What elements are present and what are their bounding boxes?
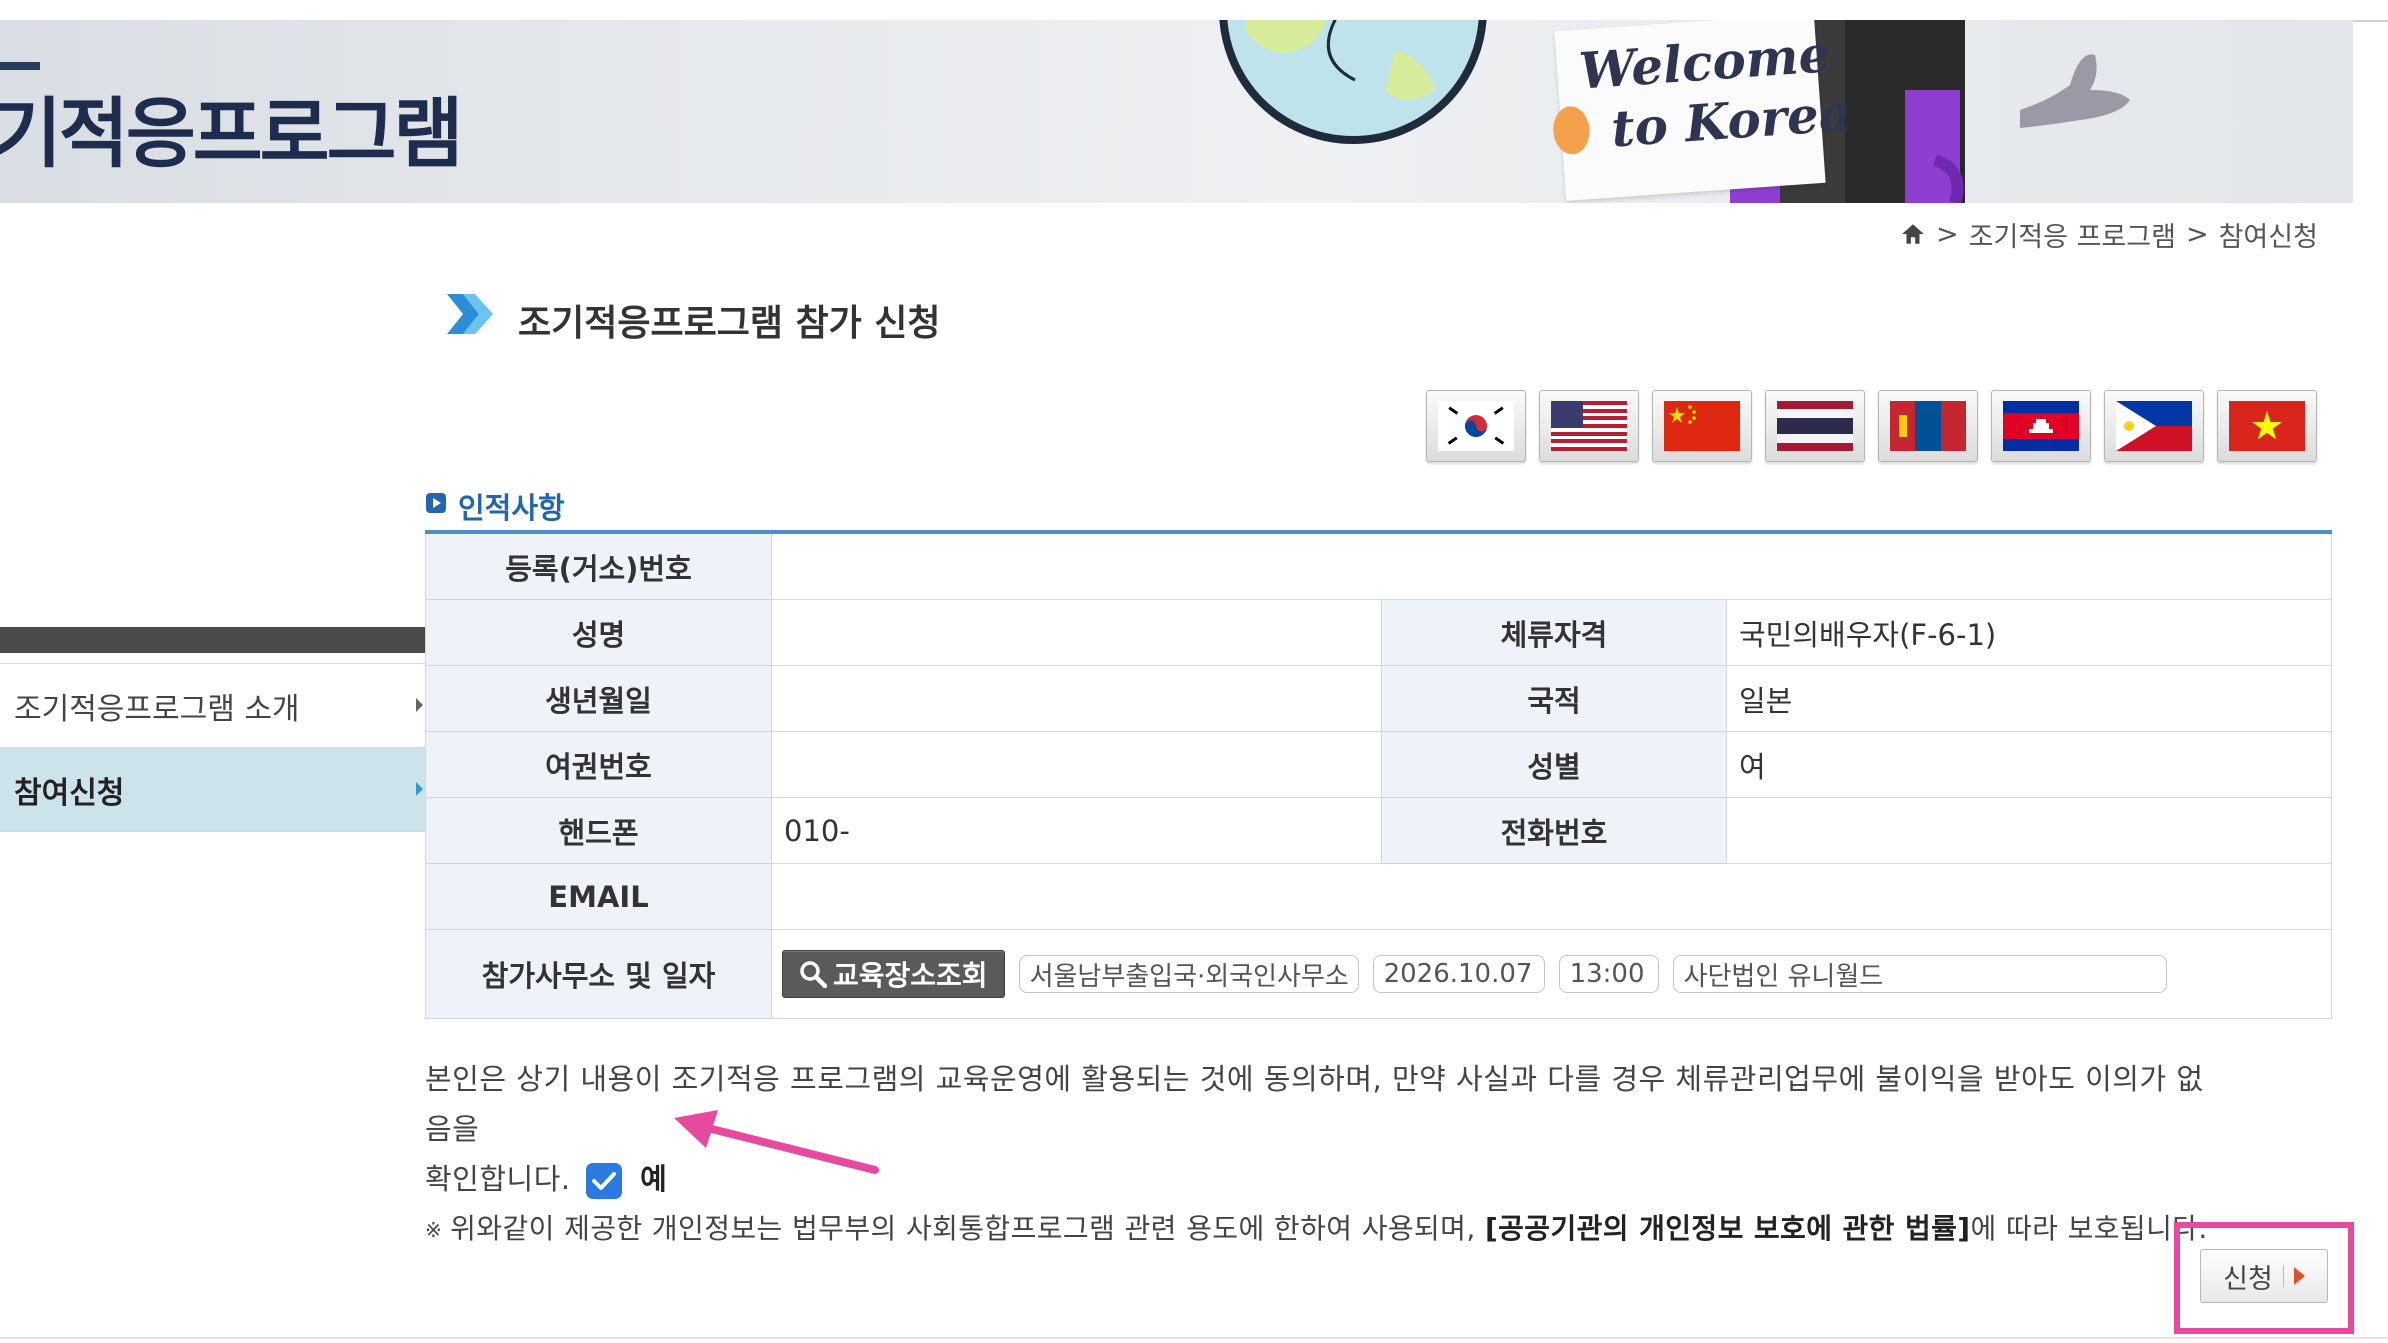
magnifier-icon (800, 961, 827, 988)
notice-text-before: 위와같이 제공한 개인정보는 법무부의 사회통합프로그램 관련 용도에 한하여 … (450, 1212, 1485, 1245)
language-korean-button[interactable] (1426, 390, 1526, 462)
breadcrumb: > 조기적응 프로그램 > 참여신청 (1900, 214, 2318, 254)
chevron-right-icon (416, 698, 423, 712)
welcome-sign: Welcome to Korea (1553, 20, 1853, 201)
section-title: 인적사항 (458, 491, 565, 525)
sidebar-header-bar (0, 627, 440, 653)
personal-info-table: 등록(거소)번호 성명 체류자격 국민의배우자(F-6-1) 생년월일 국적 일… (425, 530, 2332, 1019)
banner-title: 기적응프로그램 (0, 92, 463, 177)
sidebar-item-apply[interactable]: 참여신청 (0, 748, 440, 832)
sidebar-item-label: 참여신청 (14, 775, 125, 811)
globe-illustration (1219, 20, 1487, 144)
visa-value: 국민의배우자(F-6-1) (1727, 600, 2332, 666)
breadcrumb-item-apply[interactable]: 참여신청 (2219, 215, 2318, 254)
email-label: EMAIL (425, 864, 772, 930)
language-filipino-button[interactable] (2104, 390, 2204, 462)
china-flag-icon (1664, 401, 1740, 451)
mongolia-flag-icon (1890, 401, 1966, 451)
annotation-highlight-box (2174, 1222, 2354, 1334)
banner-mark (0, 62, 40, 70)
breadcrumb-separator: > (2185, 218, 2209, 250)
cambodia-flag-icon (2003, 401, 2079, 451)
top-banner: 기적응프로그램 Welcome to Korea (0, 20, 2353, 203)
office-row: 교육장소조회 서울남부출입국·외국인사무소 2026.10.07 13:00 사… (772, 930, 2332, 1019)
bottom-divider (0, 1337, 2388, 1339)
search-location-button[interactable]: 교육장소조회 (782, 950, 1005, 998)
korea-flag-icon (1438, 401, 1514, 451)
organization-field[interactable]: 사단법인 유니월드 (1672, 955, 2167, 993)
mobile-label: 핸드폰 (425, 798, 772, 864)
gender-value: 여 (1727, 732, 2332, 798)
consent-text-line2: 확인합니다. (425, 1162, 571, 1196)
consent-yes-label[interactable]: 예 (640, 1162, 667, 1196)
double-chevron-icon (447, 294, 493, 334)
search-button-label: 교육장소조회 (833, 959, 988, 992)
section-bullet-icon (426, 493, 446, 513)
birth-value (772, 666, 1382, 732)
philippines-flag-icon (2116, 401, 2192, 451)
notice-law-name: [공공기관의 개인정보 보호에 관한 법률] (1484, 1212, 1971, 1245)
phone-label: 전화번호 (1382, 798, 1727, 864)
language-english-button[interactable] (1539, 390, 1639, 462)
language-cambodian-button[interactable] (1991, 390, 2091, 462)
checkmark-icon (592, 1172, 617, 1190)
breadcrumb-item-program[interactable]: 조기적응 프로그램 (1969, 215, 2176, 254)
phone-value (1727, 798, 2332, 864)
language-chinese-button[interactable] (1652, 390, 1752, 462)
mobile-value: 010- (772, 798, 1382, 864)
hand-left-icon (1553, 106, 1590, 155)
home-icon[interactable] (1900, 221, 1926, 247)
annotation-arrow-icon (674, 1110, 879, 1174)
language-vietnamese-button[interactable] (2217, 390, 2317, 462)
nationality-label: 국적 (1382, 666, 1727, 732)
visa-label: 체류자격 (1382, 600, 1727, 666)
sidebar-item-label: 조기적응프로그램 소개 (14, 691, 300, 727)
registration-value (772, 534, 2332, 600)
office-label: 참가사무소 및 일자 (425, 930, 772, 1019)
name-value (772, 600, 1382, 666)
language-thai-button[interactable] (1765, 390, 1865, 462)
registration-label: 등록(거소)번호 (425, 534, 772, 600)
name-label: 성명 (425, 600, 772, 666)
email-value (772, 864, 2332, 930)
vietnam-flag-icon (2229, 401, 2305, 451)
birth-label: 생년월일 (425, 666, 772, 732)
breadcrumb-separator: > (1936, 218, 1959, 250)
sidebar-item-program-intro[interactable]: 조기적응프로그램 소개 (0, 664, 440, 748)
privacy-notice: ※ 위와같이 제공한 개인정보는 법무부의 사회통합프로그램 관련 용도에 한하여… (425, 1207, 2225, 1247)
time-field[interactable]: 13:00 (1558, 955, 1659, 993)
notice-text-after: 에 따라 보호됩니다. (1970, 1212, 2208, 1245)
consent-checkbox[interactable] (586, 1163, 623, 1199)
date-field[interactable]: 2026.10.07 (1372, 955, 1545, 993)
passport-label: 여권번호 (425, 732, 772, 798)
language-mongolian-button[interactable] (1878, 390, 1978, 462)
notice-mark: ※ (425, 1218, 443, 1242)
nationality-value: 일본 (1727, 666, 2332, 732)
chevron-right-icon (416, 782, 423, 796)
language-selector (1426, 390, 2317, 462)
hand-illustration (2020, 54, 2130, 128)
office-field[interactable]: 서울남부출입국·외국인사무소 (1018, 955, 1359, 993)
passport-value (772, 732, 1382, 798)
usa-flag-icon (1551, 401, 1627, 451)
gender-label: 성별 (1382, 732, 1727, 798)
page-title: 조기적응프로그램 참가 신청 (518, 303, 941, 344)
thailand-flag-icon (1777, 401, 1853, 451)
sidebar-menu: 조기적응프로그램 소개 참여신청 (0, 663, 440, 832)
